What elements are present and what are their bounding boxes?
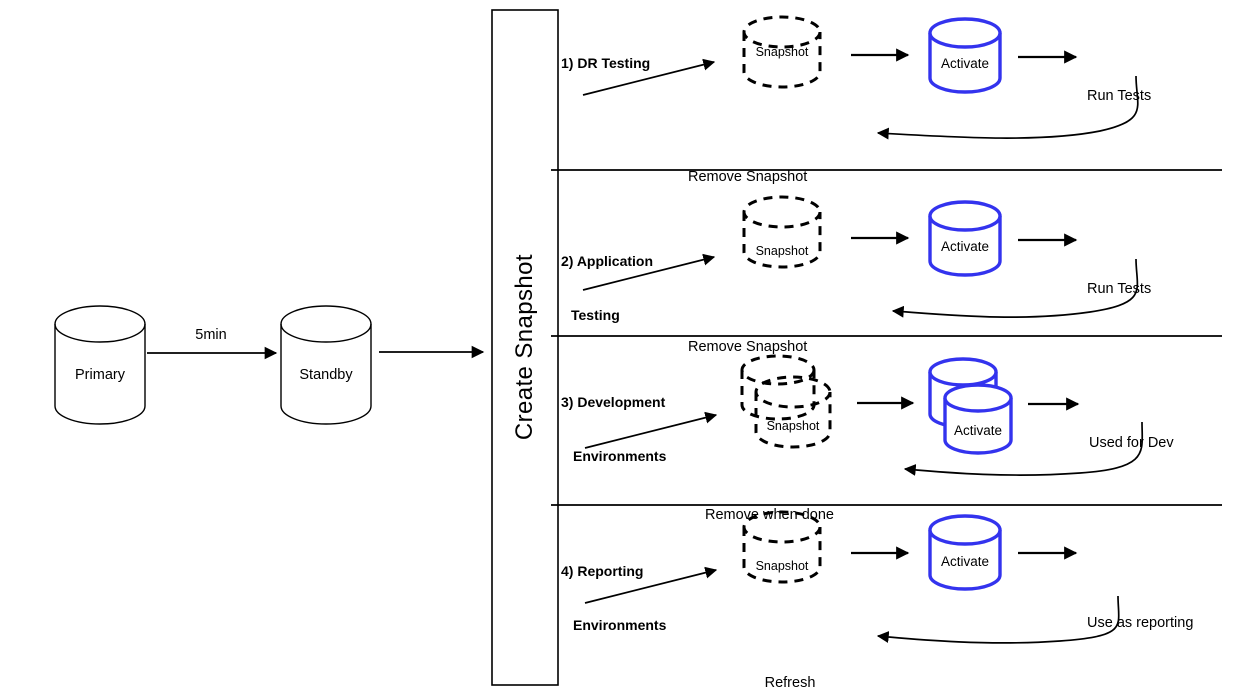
section-1-return-line-1: Remove Snapshot: [688, 169, 808, 186]
section-4-return-line-1: Refresh: [764, 674, 816, 691]
section-4-return-arrow: [876, 595, 1120, 644]
standby-database-cylinder: [280, 305, 372, 425]
section-4-snapshot-label: Snapshot: [755, 559, 809, 573]
section-2-activate-label: Activate: [940, 239, 990, 254]
section-2-outcome-line-1: Run Tests: [1087, 281, 1152, 298]
section-2-snapshot-label: Snapshot: [755, 244, 809, 258]
primary-database-cylinder: [54, 305, 146, 425]
section-1-return-label: Remove Snapshot: [688, 131, 878, 224]
section-3-activate-cylinder-front: [943, 383, 1013, 455]
section-4-return-label: Refresh on Regular Basis: [700, 624, 880, 695]
standby-label: Standby: [299, 367, 353, 383]
section-2-outcome-label: Run Tests: [1087, 243, 1237, 336]
section-3-return-line-1: Remove when done: [705, 507, 834, 524]
section-3-snapshot-label: Snapshot: [766, 419, 820, 433]
section-4-title-line-1: 4) Reporting: [561, 562, 644, 579]
diagram-canvas: Primary 5min Standby Create Snapshot 1) …: [0, 0, 1255, 695]
primary-label: Primary: [75, 367, 125, 383]
section-1-title: 1) DR Testing: [561, 19, 736, 109]
section-1-outcome-label: Run Tests: [1087, 50, 1237, 143]
section-2-title-line-1: 2) Application: [561, 252, 654, 269]
section-1-outcome-line-1: Run Tests: [1087, 88, 1152, 105]
section-3-outcome-label: Used for Dev: [1089, 397, 1249, 490]
section-1-title-line-1: 1) DR Testing: [561, 54, 651, 71]
section-3-title-line-1: 3) Development: [561, 393, 666, 410]
section-4-outcome-label: Use as reporting source: [1087, 560, 1252, 695]
section-3-title-line-2: Environments: [573, 447, 667, 464]
section-3-activate-label: Activate: [953, 423, 1003, 438]
create-snapshot-bar: [491, 9, 559, 686]
section-2-return-line-1: Remove Snapshot: [688, 339, 808, 356]
section-1-activate-label: Activate: [940, 56, 990, 71]
section-4-activate-label: Activate: [940, 554, 990, 569]
section-4-outcome-line-1: Use as reporting: [1087, 614, 1194, 631]
section-4-outcome-line-2: source: [1087, 687, 1252, 695]
section-3-outcome-line-1: Used for Dev: [1089, 435, 1174, 452]
replication-interval-label: 5min: [195, 327, 227, 343]
section-1-snapshot-label: Snapshot: [755, 45, 809, 59]
